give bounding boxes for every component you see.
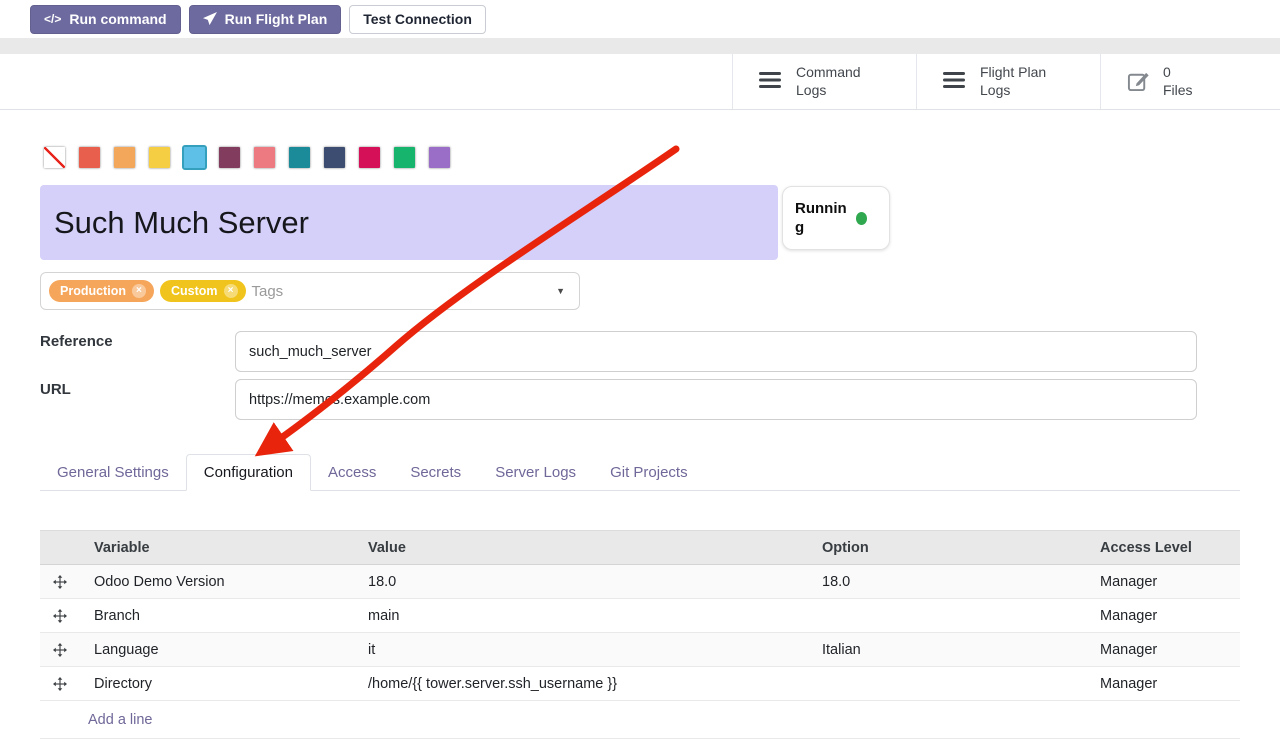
table-cell: Odoo Demo Version bbox=[80, 565, 360, 599]
table-cell bbox=[814, 667, 1092, 701]
command-logs-label: Command Logs bbox=[796, 64, 888, 99]
color-swatch-10[interactable] bbox=[359, 147, 380, 168]
tab-server-logs[interactable]: Server Logs bbox=[478, 455, 593, 490]
table-cell: main bbox=[360, 599, 814, 633]
add-line-link[interactable]: Add a line bbox=[88, 712, 153, 728]
table-cell: Manager bbox=[1092, 565, 1240, 599]
run-command-button[interactable]: </> Run command bbox=[30, 5, 181, 34]
flight-plan-logs-label: Flight Plan Logs bbox=[980, 64, 1072, 99]
column-header: Value bbox=[360, 531, 814, 565]
flight-plan-logs-button[interactable]: Flight Plan Logs bbox=[916, 54, 1100, 109]
table-cell: Manager bbox=[1092, 599, 1240, 633]
drag-handle-icon[interactable] bbox=[53, 575, 67, 589]
color-swatch-2[interactable] bbox=[79, 147, 100, 168]
files-button[interactable]: 0 Files bbox=[1100, 54, 1280, 109]
color-swatch-1[interactable] bbox=[44, 147, 65, 168]
table-cell: Manager bbox=[1092, 667, 1240, 701]
table-row[interactable]: LanguageitItalianManager bbox=[40, 633, 1240, 667]
run-flight-plan-label: Run Flight Plan bbox=[225, 12, 328, 26]
drag-handle-icon[interactable] bbox=[53, 643, 67, 657]
command-logs-button[interactable]: Command Logs bbox=[732, 54, 916, 109]
status-badge[interactable]: Running bbox=[782, 186, 890, 250]
color-swatch-7[interactable] bbox=[254, 147, 275, 168]
table-cell: 18.0 bbox=[360, 565, 814, 599]
config-table: VariableValueOptionAccess Level Odoo Dem… bbox=[40, 530, 1240, 739]
edit-icon bbox=[1127, 69, 1150, 95]
tag-custom: Custom × bbox=[160, 280, 246, 302]
table-cell: Branch bbox=[80, 599, 360, 633]
tags-field[interactable]: Production × Custom × Tags ▼ bbox=[40, 272, 580, 310]
color-swatches bbox=[44, 147, 450, 168]
column-header: Variable bbox=[80, 531, 360, 565]
tag-remove-icon[interactable]: × bbox=[132, 284, 146, 298]
dropdown-caret-icon[interactable]: ▼ bbox=[556, 286, 565, 296]
run-command-label: Run command bbox=[69, 12, 166, 26]
color-swatch-11[interactable] bbox=[394, 147, 415, 168]
table-cell: Language bbox=[80, 633, 360, 667]
separator-strip bbox=[0, 38, 1280, 54]
drag-handle-icon[interactable] bbox=[53, 609, 67, 623]
config-table-body: Odoo Demo Version18.018.0ManagerBranchma… bbox=[40, 565, 1240, 701]
header-row: Command Logs Flight Plan Logs 0 Files bbox=[0, 54, 1280, 110]
table-cell: /home/{{ tower.server.ssh_username }} bbox=[360, 667, 814, 701]
table-row[interactable]: Odoo Demo Version18.018.0Manager bbox=[40, 565, 1240, 599]
table-cell: Directory bbox=[80, 667, 360, 701]
table-cell: it bbox=[360, 633, 814, 667]
table-cell: Italian bbox=[814, 633, 1092, 667]
table-cell: 18.0 bbox=[814, 565, 1092, 599]
server-name: Such Much Server bbox=[54, 205, 309, 241]
tab-git-projects[interactable]: Git Projects bbox=[593, 455, 705, 490]
url-label: URL bbox=[40, 381, 71, 398]
column-header: Access Level bbox=[1092, 531, 1240, 565]
color-swatch-3[interactable] bbox=[114, 147, 135, 168]
files-label: Files bbox=[1163, 82, 1193, 98]
config-table-head-row: VariableValueOptionAccess Level bbox=[40, 531, 1240, 565]
color-swatch-4[interactable] bbox=[149, 147, 170, 168]
tags-placeholder: Tags bbox=[252, 283, 284, 300]
test-connection-label: Test Connection bbox=[363, 12, 472, 26]
code-icon: </> bbox=[44, 13, 61, 25]
table-row[interactable]: Branchmain Manager bbox=[40, 599, 1240, 633]
tags-container: Production × Custom × bbox=[49, 280, 246, 302]
tab-general-settings[interactable]: General Settings bbox=[40, 455, 186, 490]
drag-handle-icon[interactable] bbox=[53, 677, 67, 691]
color-swatch-12[interactable] bbox=[429, 147, 450, 168]
reference-label: Reference bbox=[40, 333, 113, 350]
column-header: Option bbox=[814, 531, 1092, 565]
tag-remove-icon[interactable]: × bbox=[224, 284, 238, 298]
run-flight-plan-button[interactable]: Run Flight Plan bbox=[189, 5, 342, 34]
list-icon bbox=[759, 70, 783, 93]
status-label: Running bbox=[795, 199, 847, 238]
color-swatch-6[interactable] bbox=[219, 147, 240, 168]
add-line-row: Add a line bbox=[40, 701, 1240, 739]
color-swatch-9[interactable] bbox=[324, 147, 345, 168]
color-swatch-5[interactable] bbox=[184, 147, 205, 168]
server-name-field[interactable]: Such Much Server bbox=[40, 185, 778, 260]
tabs: General SettingsConfigurationAccessSecre… bbox=[40, 453, 1240, 491]
toolbar: </> Run command Run Flight Plan Test Con… bbox=[0, 0, 1280, 38]
files-count: 0 bbox=[1163, 64, 1171, 80]
test-connection-button[interactable]: Test Connection bbox=[349, 5, 486, 34]
tag-label: Production bbox=[60, 284, 126, 298]
table-row[interactable]: Directory/home/{{ tower.server.ssh_usern… bbox=[40, 667, 1240, 701]
tab-configuration[interactable]: Configuration bbox=[186, 454, 311, 491]
reference-input[interactable] bbox=[235, 331, 1197, 372]
tag-label: Custom bbox=[171, 284, 218, 298]
paper-plane-icon bbox=[203, 12, 217, 26]
list-icon bbox=[943, 70, 967, 93]
tab-access[interactable]: Access bbox=[311, 455, 393, 490]
url-input[interactable] bbox=[235, 379, 1197, 420]
table-cell bbox=[814, 599, 1092, 633]
tag-production: Production × bbox=[49, 280, 154, 302]
tab-secrets[interactable]: Secrets bbox=[393, 455, 478, 490]
table-cell: Manager bbox=[1092, 633, 1240, 667]
color-swatch-8[interactable] bbox=[289, 147, 310, 168]
status-dot-icon bbox=[856, 212, 867, 225]
